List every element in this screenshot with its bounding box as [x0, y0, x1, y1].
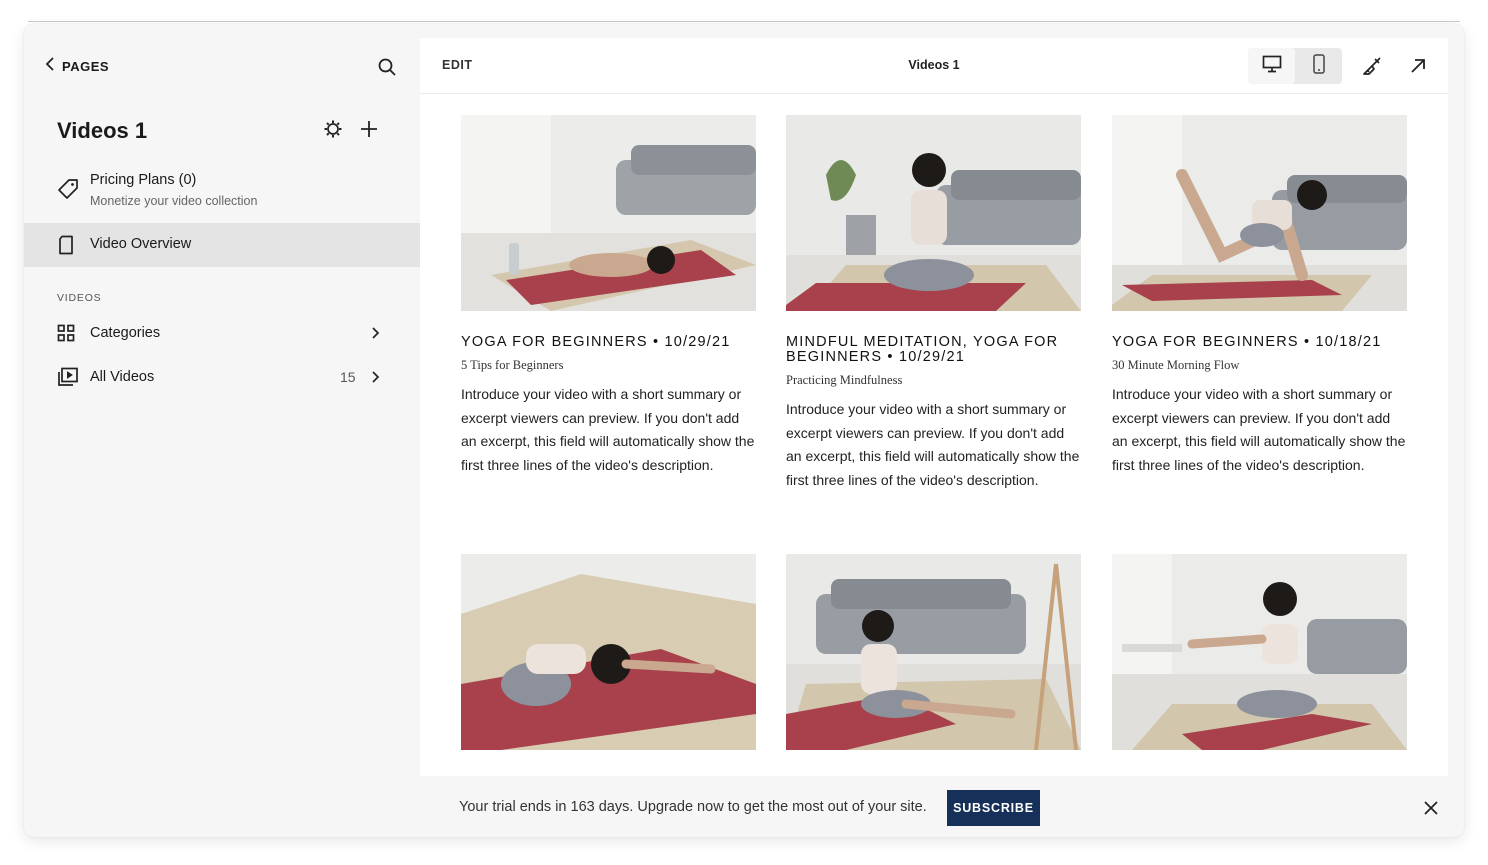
- design-brush-icon[interactable]: [1360, 54, 1384, 78]
- device-view-toggle: [1248, 48, 1342, 84]
- pricing-plans-subtitle: Monetize your video collection: [90, 194, 258, 208]
- video-thumbnail-image[interactable]: [1112, 115, 1407, 311]
- sidebar-item-all-videos[interactable]: All Videos 15: [24, 355, 420, 399]
- site-preview-frame: EDIT Videos 1 YOGA FOR BEGINNERS • 10/29…: [420, 38, 1448, 776]
- add-icon[interactable]: [358, 118, 380, 140]
- desktop-monitor-icon: [1262, 55, 1282, 78]
- video-thumbnail-image[interactable]: [1112, 554, 1407, 750]
- video-overview-label: Video Overview: [90, 236, 192, 252]
- video-thumbnail-image[interactable]: [786, 554, 1081, 750]
- page-title: Videos 1: [57, 118, 148, 143]
- price-tag-icon: [57, 178, 79, 200]
- editor-window: PAGES Videos 1 Pricing Plans (0) Monetiz…: [24, 24, 1464, 837]
- gear-icon[interactable]: [322, 118, 344, 140]
- back-label: PAGES: [62, 59, 110, 74]
- mobile-view-button[interactable]: [1295, 48, 1342, 84]
- all-videos-count: 15: [340, 369, 356, 385]
- pricing-plans-label: Pricing Plans (0): [90, 172, 197, 188]
- video-subtitle: Practicing Mindfulness: [786, 373, 903, 387]
- video-excerpt: Introduce your video with a short summar…: [461, 386, 755, 473]
- grid-icon: [57, 324, 75, 342]
- pages-sidebar: PAGES Videos 1 Pricing Plans (0) Monetiz…: [24, 24, 420, 780]
- video-thumbnail-image[interactable]: [461, 115, 756, 311]
- video-subtitle: 5 Tips for Beginners: [461, 358, 564, 372]
- trial-banner: Your trial ends in 163 days. Upgrade now…: [24, 780, 1464, 837]
- chevron-right-icon: [370, 326, 380, 340]
- video-card: [1112, 554, 1407, 750]
- back-to-pages-link[interactable]: PAGES: [44, 56, 109, 77]
- video-library-icon: [57, 367, 79, 387]
- subscribe-button[interactable]: SUBSCRIBE: [947, 790, 1040, 826]
- all-videos-label: All Videos: [90, 369, 155, 385]
- page-icon: [57, 235, 75, 255]
- video-title[interactable]: YOGA FOR BEGINNERS • 10/29/21: [461, 335, 756, 350]
- sidebar-item-categories[interactable]: Categories: [24, 311, 420, 355]
- video-thumbnail-image[interactable]: [786, 115, 1081, 311]
- preview-toolbar: EDIT Videos 1: [420, 38, 1448, 94]
- categories-label: Categories: [90, 325, 161, 341]
- search-icon[interactable]: [376, 56, 398, 78]
- video-card: [461, 554, 756, 750]
- chevron-right-icon: [370, 370, 380, 384]
- mobile-phone-icon: [1312, 53, 1326, 79]
- video-card: MINDFUL MEDITATION, YOGA FOR BEGINNERS •…: [786, 115, 1081, 492]
- video-excerpt: Introduce your video with a short summar…: [1112, 386, 1406, 473]
- chevron-left-icon: [44, 56, 56, 77]
- trial-banner-text: Your trial ends in 163 days. Upgrade now…: [459, 799, 927, 815]
- sidebar-item-video-overview[interactable]: Video Overview: [24, 223, 420, 267]
- video-title[interactable]: YOGA FOR BEGINNERS • 10/18/21: [1112, 335, 1407, 350]
- video-card: [786, 554, 1081, 750]
- videos-section-label: VIDEOS: [57, 292, 102, 304]
- window-top-divider: [28, 21, 1460, 22]
- video-title[interactable]: MINDFUL MEDITATION, YOGA FOR BEGINNERS •…: [786, 335, 1081, 365]
- video-card: YOGA FOR BEGINNERS • 10/29/21 5 Tips for…: [461, 115, 756, 477]
- video-excerpt: Introduce your video with a short summar…: [786, 401, 1080, 488]
- video-card: YOGA FOR BEGINNERS • 10/18/21 30 Minute …: [1112, 115, 1407, 477]
- video-thumbnail-image[interactable]: [461, 554, 756, 750]
- video-subtitle: 30 Minute Morning Flow: [1112, 358, 1240, 372]
- close-icon[interactable]: [1420, 797, 1442, 819]
- open-external-arrow-icon[interactable]: [1406, 54, 1430, 78]
- desktop-view-button[interactable]: [1248, 48, 1295, 84]
